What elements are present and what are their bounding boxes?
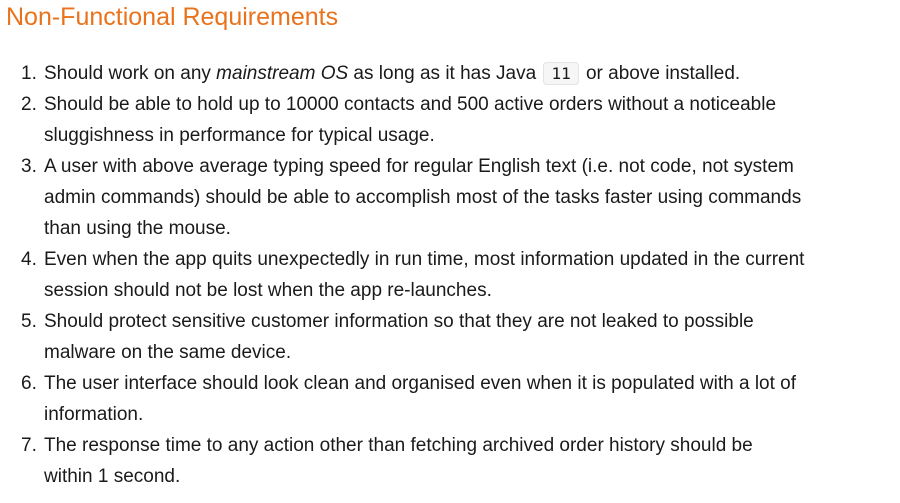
requirement-number: 6.: [21, 373, 37, 394]
emphasis-text: mainstream OS: [216, 63, 349, 84]
requirement-item-7: 7. The response time to any action other…: [0, 430, 900, 492]
requirement-text-line: Should be able to hold up to 10000 conta…: [44, 94, 777, 115]
requirement-number: 5.: [21, 311, 37, 332]
requirement-number: 3.: [21, 156, 37, 177]
requirement-text-line: than using the mouse.: [44, 218, 231, 239]
requirement-item-1: 1. Should work on any mainstream OS as l…: [0, 58, 900, 89]
requirement-number: 7.: [21, 435, 37, 456]
requirement-number: 4.: [21, 249, 37, 270]
requirement-text-line: The user interface should look clean and…: [44, 373, 797, 394]
requirement-text-line: Should work on any mainstream OS as long…: [44, 58, 900, 89]
requirement-item-3: 3. A user with above average typing spee…: [0, 151, 900, 244]
requirement-text-segment: as long as it has Java: [348, 63, 542, 84]
requirement-item-6: 6. The user interface should look clean …: [0, 368, 900, 430]
requirement-text-line: The response time to any action other th…: [44, 435, 753, 456]
section-heading: Non-Functional Requirements: [6, 3, 339, 31]
requirement-text-line: information.: [44, 404, 144, 425]
requirement-text-line: session should not be lost when the app …: [44, 280, 492, 301]
requirements-list: 1. Should work on any mainstream OS as l…: [0, 58, 900, 492]
requirement-item-5: 5. Should protect sensitive customer inf…: [0, 306, 900, 368]
requirement-text-line: admin commands) should be able to accomp…: [44, 187, 802, 208]
requirement-text-line: within 1 second.: [44, 466, 181, 487]
requirement-text-segment: or above installed.: [580, 63, 741, 84]
requirement-text-line: sluggishness in performance for typical …: [44, 125, 435, 146]
requirement-text-line: Even when the app quits unexpectedly in …: [44, 249, 805, 270]
requirement-item-2: 2. Should be able to hold up to 10000 co…: [0, 89, 900, 151]
requirement-text-line: Should protect sensitive customer inform…: [44, 311, 754, 332]
requirement-text-line: malware on the same device.: [44, 342, 292, 363]
requirement-number: 1.: [21, 63, 37, 84]
requirement-text-segment: Should work on any: [44, 63, 217, 84]
requirement-text-line: A user with above average typing speed f…: [44, 156, 794, 177]
requirement-item-4: 4. Even when the app quits unexpectedly …: [0, 244, 900, 306]
requirement-number: 2.: [21, 94, 37, 115]
inline-code: 11: [543, 62, 579, 85]
